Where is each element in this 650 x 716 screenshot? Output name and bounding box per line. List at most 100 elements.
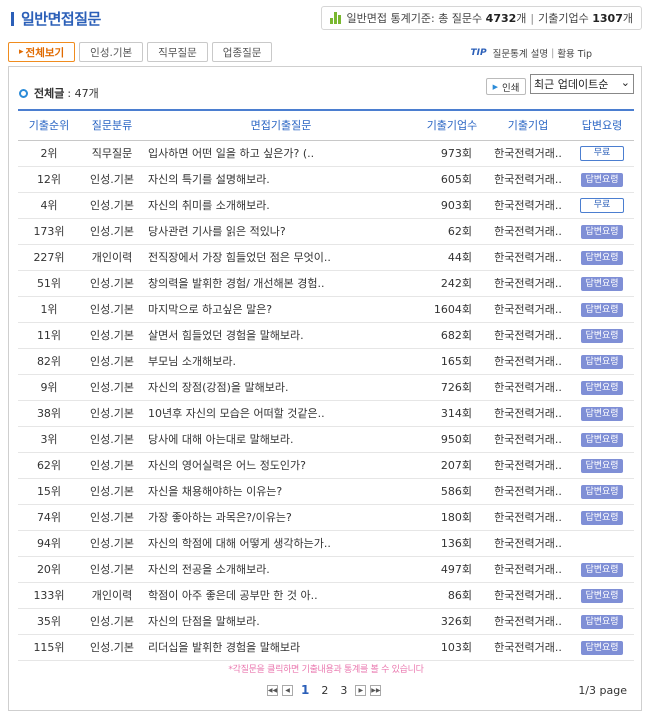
row-question-link[interactable]: 리더십을 발휘한 경험을 말해보라 — [144, 634, 418, 661]
row-question-link[interactable]: 전직장에서 가장 힘들었던 점은 무엇이.. — [144, 244, 418, 271]
tab-all[interactable]: 전체보기 — [8, 42, 76, 62]
row-rank: 74위 — [18, 504, 80, 531]
row-question-link[interactable]: 부모님 소개해보라. — [144, 348, 418, 375]
tip-usage-link[interactable]: 활용 Tip — [557, 46, 592, 60]
tab-personality[interactable]: 인성.기본 — [79, 42, 144, 62]
row-question-link[interactable]: 자신의 특기를 설명해보라. — [144, 166, 418, 193]
table-row[interactable]: 51위 인성.기본 창의력을 발휘한 경험/ 개선해본 경험.. 242회 한국전력거래… — [18, 270, 634, 297]
header-rank[interactable]: 기출순위 — [18, 109, 80, 141]
row-rank: 11위 — [18, 322, 80, 349]
row-category: 인성.기본 — [80, 322, 144, 349]
row-question-link[interactable]: 10년후 자신의 모습은 어떠할 것같은.. — [144, 400, 418, 427]
next-page-icon[interactable]: ▶ — [355, 684, 367, 696]
answer-tips-button[interactable]: 답변요령 — [581, 302, 623, 317]
table-row[interactable]: 62위 인성.기본 자신의 영어실력은 어느 정도인가? 207회 한국전력거래.. 답변… — [18, 452, 634, 479]
row-question-link[interactable]: 마지막으로 하고싶은 말은? — [144, 296, 418, 323]
sort-selected-value: 최근 업데이트순 — [534, 78, 609, 91]
answer-tips-button[interactable]: 답변요령 — [581, 640, 623, 655]
row-question-link[interactable]: 학점이 아주 좋은데 공부만 한 것 아.. — [144, 582, 418, 609]
row-question-link[interactable]: 자신의 전공을 소개해보라. — [144, 556, 418, 583]
answer-tips-button[interactable]: 답변요령 — [581, 510, 623, 525]
answer-tips-button[interactable]: 답변요령 — [581, 484, 623, 499]
answer-tips-button[interactable]: 답변요령 — [581, 276, 623, 291]
chevron-down-icon: ⌄ — [620, 76, 630, 89]
print-button[interactable]: ▶ 인쇄 — [486, 78, 526, 95]
table-row[interactable]: 4위 인성.기본 자신의 취미를 소개해보라. 903회 한국전력거래.. 무료 — [18, 192, 634, 219]
header-question[interactable]: 면접기출질문 — [144, 109, 418, 141]
table-row[interactable]: 115위 인성.기본 리더십을 발휘한 경험을 말해보라 103회 한국전력거래.. 답변… — [18, 634, 634, 661]
total-value: : 47개 — [67, 87, 99, 100]
table-row[interactable]: 12위 인성.기본 자신의 특기를 설명해보라. 605회 한국전력거래.. 답변요령 — [18, 166, 634, 193]
table-row[interactable]: 133위 개인이력 학점이 아주 좋은데 공부만 한 것 아.. 86회 한국전력거래.… — [18, 582, 634, 609]
tip-stats-link[interactable]: 질문통계 설명 — [493, 46, 548, 60]
free-answer-button[interactable]: 무료 — [580, 146, 624, 161]
answer-tips-button[interactable]: 답변요령 — [581, 224, 623, 239]
page-title: 일반면접질문 — [21, 10, 101, 28]
row-question-link[interactable]: 자신의 영어실력은 어느 정도인가? — [144, 452, 418, 479]
row-question-link[interactable]: 자신의 장점(강점)을 말해보라. — [144, 374, 418, 401]
table-row[interactable]: 9위 인성.기본 자신의 장점(강점)을 말해보라. 726회 한국전력거래.. 답변요령 — [18, 374, 634, 401]
row-rank: 3위 — [18, 426, 80, 453]
table-row[interactable]: 227위 개인이력 전직장에서 가장 힘들었던 점은 무엇이.. 44회 한국전력거래.… — [18, 244, 634, 271]
row-question-link[interactable]: 입사하면 어떤 일을 하고 싶은가? (.. — [144, 140, 418, 167]
answer-tips-button[interactable]: 답변요령 — [581, 354, 623, 369]
page-2[interactable]: 2 — [321, 684, 328, 697]
table-row[interactable]: 35위 인성.기본 자신의 단점을 말해보라. 326회 한국전력거래.. 답변요령 — [18, 608, 634, 635]
first-page-icon[interactable]: ◀◀ — [267, 684, 278, 696]
page-1[interactable]: 1 — [301, 683, 309, 697]
answer-tips-button[interactable]: 답변요령 — [581, 614, 623, 629]
answer-tips-button[interactable]: 답변요령 — [581, 406, 623, 421]
answer-tips-button[interactable]: 답변요령 — [581, 588, 623, 603]
last-page-icon[interactable]: ▶▶ — [370, 684, 382, 696]
table-row[interactable]: 20위 인성.기본 자신의 전공을 소개해보라. 497회 한국전력거래.. 답변요령 — [18, 556, 634, 583]
table-row[interactable]: 173위 인성.기본 당사관련 기사를 읽은 적있나? 62회 한국전력거래.. 답변요령 — [18, 218, 634, 245]
answer-tips-button[interactable]: 답변요령 — [581, 432, 623, 447]
row-company: 한국전력거래.. — [486, 296, 570, 323]
table-row[interactable]: 11위 인성.기본 살면서 힘들었던 경험을 말해보라. 682회 한국전력거래.. 답변… — [18, 322, 634, 349]
row-company: 한국전력거래.. — [486, 400, 570, 427]
page-3[interactable]: 3 — [340, 684, 347, 697]
row-rank: 2위 — [18, 140, 80, 167]
row-company: 한국전력거래.. — [486, 140, 570, 167]
answer-tips-button[interactable]: 답변요령 — [581, 562, 623, 577]
row-question-link[interactable]: 자신을 채용해야하는 이유는? — [144, 478, 418, 505]
row-question-link[interactable]: 가장 좋아하는 과목은?/이유는? — [144, 504, 418, 531]
answer-tips-button[interactable]: 답변요령 — [581, 458, 623, 473]
row-company: 한국전력거래.. — [486, 504, 570, 531]
prev-page-icon[interactable]: ◀ — [282, 684, 293, 696]
table-row[interactable]: 38위 인성.기본 10년후 자신의 모습은 어떠할 것같은.. 314회 한국전력거래… — [18, 400, 634, 427]
table-row[interactable]: 15위 인성.기본 자신을 채용해야하는 이유는? 586회 한국전력거래.. 답변요령 — [18, 478, 634, 505]
table-row[interactable]: 1위 인성.기본 마지막으로 하고싶은 말은? 1604회 한국전력거래.. 답변요령 — [18, 296, 634, 323]
row-question-link[interactable]: 당사에 대해 아는대로 말해보라. — [144, 426, 418, 453]
row-question-link[interactable]: 자신의 학점에 대해 어떻게 생각하는가.. — [144, 530, 418, 557]
answer-tips-button[interactable]: 답변요령 — [581, 250, 623, 265]
answer-tips-button[interactable]: 답변요령 — [581, 328, 623, 343]
table-row[interactable]: 82위 인성.기본 부모님 소개해보라. 165회 한국전력거래.. 답변요령 — [18, 348, 634, 375]
table-row[interactable]: 3위 인성.기본 당사에 대해 아는대로 말해보라. 950회 한국전력거래.. 답변요령 — [18, 426, 634, 453]
click-hint-note: *각질문을 클릭하면 기출내용과 통계를 볼 수 있습니다 — [228, 665, 424, 675]
table-row[interactable]: 94위 인성.기본 자신의 학점에 대해 어떻게 생각하는가.. 136회 한국전력거래… — [18, 530, 634, 557]
answer-tips-button[interactable]: 답변요령 — [581, 172, 623, 187]
free-answer-button[interactable]: 무료 — [580, 198, 624, 213]
header-category[interactable]: 질문분류 — [80, 109, 144, 141]
sort-select[interactable]: 최근 업데이트순 ⌄ — [530, 74, 634, 94]
row-count: 950회 — [418, 426, 486, 453]
header-answer[interactable]: 답변요령 — [570, 109, 634, 141]
row-rank: 115위 — [18, 634, 80, 661]
table-row[interactable]: 74위 인성.기본 가장 좋아하는 과목은?/이유는? 180회 한국전력거래.. 답변요… — [18, 504, 634, 531]
answer-tips-button[interactable]: 답변요령 — [581, 380, 623, 395]
row-question-link[interactable]: 자신의 취미를 소개해보라. — [144, 192, 418, 219]
row-category: 인성.기본 — [80, 192, 144, 219]
row-question-link[interactable]: 당사관련 기사를 읽은 적있나? — [144, 218, 418, 245]
table-row[interactable]: 2위 직무질문 입사하면 어떤 일을 하고 싶은가? (.. 973회 한국전력거래..… — [18, 140, 634, 167]
row-company: 한국전력거래.. — [486, 348, 570, 375]
row-answer-cell: 답변요령 — [570, 452, 634, 479]
row-question-link[interactable]: 창의력을 발휘한 경험/ 개선해본 경험.. — [144, 270, 418, 297]
row-question-link[interactable]: 자신의 단점을 말해보라. — [144, 608, 418, 635]
header-company[interactable]: 기출기업 — [486, 109, 570, 141]
row-question-link[interactable]: 살면서 힘들었던 경험을 말해보라. — [144, 322, 418, 349]
tab-job[interactable]: 직무질문 — [147, 42, 208, 62]
tab-industry[interactable]: 업종질문 — [211, 42, 273, 62]
row-rank: 133위 — [18, 582, 80, 609]
header-count[interactable]: 기출기업수 — [418, 109, 486, 141]
